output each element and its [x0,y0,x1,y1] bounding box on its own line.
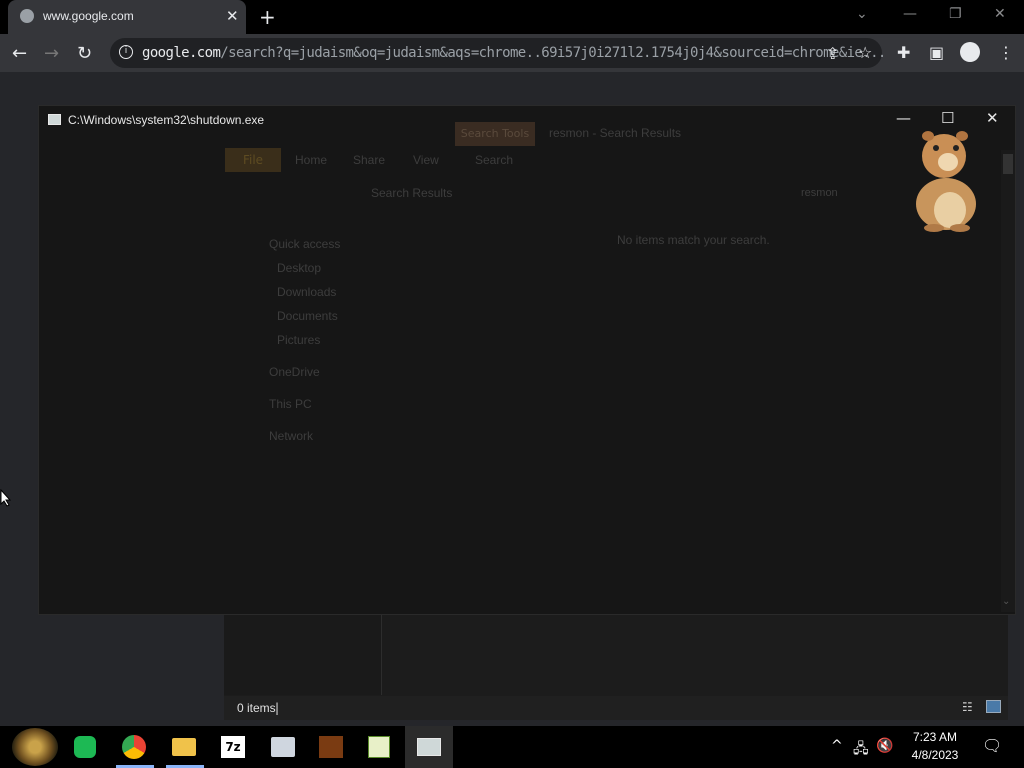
ghost-nav-onedrive: OneDrive [269,365,320,379]
ghost-file-tab: File [225,148,281,172]
taskbar: 7z ^ 🖧 🔇 7:23 AM 4/8/2023 🗨 [0,726,1024,768]
restore-icon[interactable]: ❐ [949,6,962,22]
tab-close-icon[interactable]: ✕ [226,7,239,25]
status-separator: | [275,701,280,715]
console-maximize-icon[interactable]: ☐ [941,109,954,127]
url-path: /search?q=judaism&oq=judaism&aqs=chrome.… [220,45,886,61]
ghost-view-tab: View [413,153,439,167]
console-minimize-icon[interactable]: — [896,109,911,127]
media-icon[interactable] [319,736,343,758]
tab-search-icon[interactable]: ⌄ [856,6,868,22]
console-app-icon [48,114,61,125]
tiles-view-icon[interactable] [986,700,1001,713]
details-view-icon[interactable]: ☷ [962,700,973,714]
menu-icon[interactable]: ⋮ [998,43,1014,62]
ghost-search-tools-tab: Search Tools [455,122,535,146]
bookmark-star-icon[interactable]: ☆ [858,43,872,62]
ghost-empty-message: No items match your search. [617,233,770,247]
ghost-nav-documents: Documents [277,309,338,323]
chrome-icon[interactable] [122,735,146,759]
item-count: 0 items [237,701,276,715]
side-panel-icon[interactable]: ▣ [929,43,944,62]
close-icon[interactable]: ✕ [994,6,1006,22]
tab-strip: www.google.com ✕ + ⌄ — ❐ ✕ [0,0,1024,34]
clock-date[interactable]: 4/8/2023 [903,748,967,762]
ghost-window-title: resmon - Search Results [549,126,682,140]
console-icon [417,738,441,756]
ghost-nav-desktop: Desktop [277,261,322,275]
tab-title: www.google.com [43,9,134,23]
ghost-nav-this-pc: This PC [269,397,312,411]
ghost-home-tab: Home [295,153,328,167]
console-window[interactable]: C:\Windows\system32\shutdown.exe — ☐ ✕ ⌄… [38,105,1016,615]
scroll-down-icon[interactable]: ⌄ [1002,596,1010,607]
browser-tab[interactable]: www.google.com ✕ [8,0,246,34]
7zip-icon[interactable]: 7z [221,736,245,758]
notepad-icon[interactable] [368,736,390,758]
profile-avatar[interactable] [960,42,980,62]
site-info-icon[interactable]: i [119,45,133,59]
console-title: C:\Windows\system32\shutdown.exe [68,113,265,127]
ghost-nav-pictures: Pictures [277,333,321,347]
ghost-nav-network: Network [269,429,314,443]
tray-volume-muted-icon[interactable]: 🔇 [876,738,893,754]
extensions-icon[interactable]: ✚ [897,43,910,62]
file-explorer-icon[interactable] [172,738,196,756]
explorer-nav-pane [224,615,382,695]
share-icon[interactable]: ⇪ [826,44,839,63]
back-icon[interactable]: ← [12,43,27,64]
console-scrollbar[interactable]: ⌄ [1001,150,1015,612]
ghost-search-box: resmon [801,187,838,199]
hamster-image [916,131,976,232]
new-tab-button[interactable]: + [259,5,276,29]
forward-icon[interactable]: → [44,43,59,64]
ghost-share-tab: Share [353,153,386,167]
minimize-icon[interactable]: — [903,6,917,22]
tray-network-icon[interactable]: 🖧 [853,738,869,762]
url-text[interactable]: google.com/search?q=judaism&oq=judaism&a… [142,45,886,61]
reload-icon[interactable]: ↻ [77,43,92,64]
spotify-icon[interactable] [74,736,96,758]
mouse-cursor [0,489,12,507]
clock-time[interactable]: 7:23 AM [903,730,967,744]
ghost-nav-quick-access: Quick access [269,237,341,251]
scrollbar-thumb[interactable] [1003,154,1013,174]
console-task-active[interactable] [405,726,453,768]
explorer-status-bar: 0 items | ☷ [224,696,1008,720]
url-host: google.com [142,45,221,61]
address-bar[interactable]: i google.com/search?q=judaism&oq=judaism… [110,38,886,68]
notification-icon[interactable]: 🗨 [982,736,1002,755]
globe-icon [20,9,34,23]
fortress-icon[interactable] [12,728,58,766]
network-icon[interactable] [271,737,295,757]
browser-toolbar: ← → ↻ i google.com/search?q=judaism&oq=j… [0,34,1024,72]
console-close-icon[interactable]: ✕ [986,109,999,127]
ghost-address: Search Results [371,186,453,200]
tray-chevron-icon[interactable]: ^ [831,738,843,754]
ghost-search-tab: Search [475,153,514,167]
ghost-nav-downloads: Downloads [277,285,337,299]
